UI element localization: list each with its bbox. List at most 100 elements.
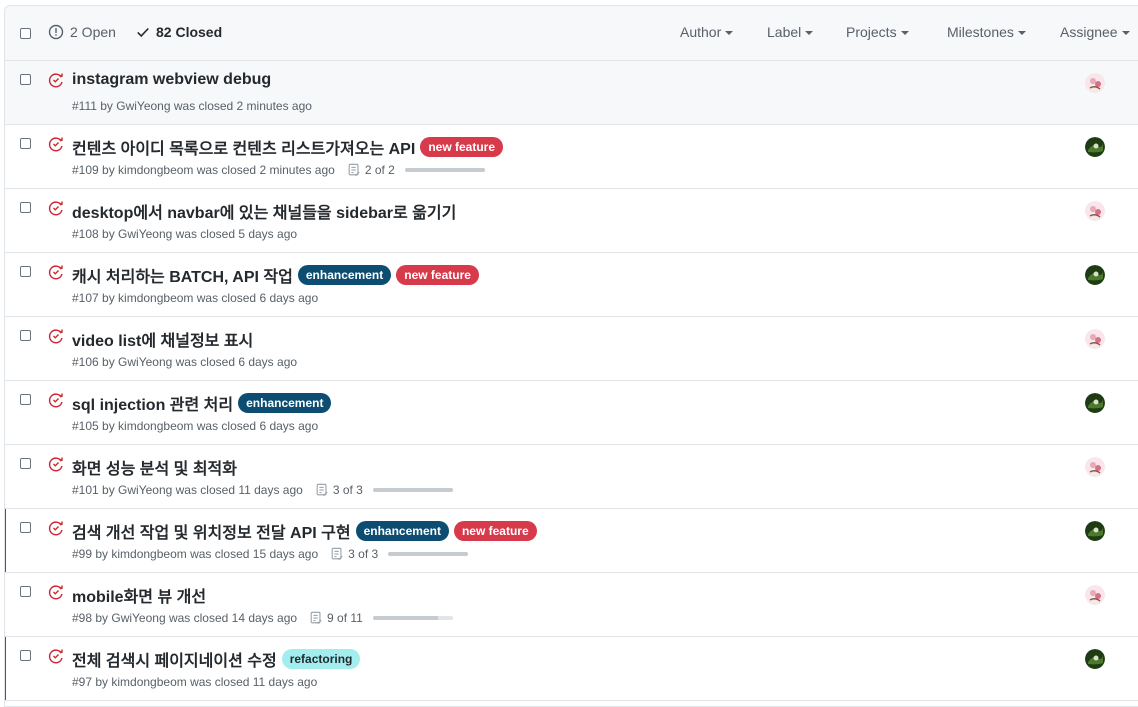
issue-closed-icon <box>48 521 63 536</box>
issue-checkbox[interactable] <box>20 394 31 405</box>
task-progress-bar <box>372 616 453 620</box>
assignee-avatar[interactable] <box>1085 265 1105 285</box>
caret-down-icon <box>900 31 909 35</box>
issues-list-container: 2 Open 82 Closed Author Label Projects M… <box>4 5 1138 707</box>
issue-meta: #98 by GwiYeong was closed 14 days ago 9 … <box>72 611 453 625</box>
issue-meta-text: #98 by GwiYeong was closed 14 days ago <box>72 611 298 625</box>
projects-filter-label: Projects <box>846 24 897 40</box>
issue-row: 검색 개선 작업 및 위치정보 전달 API 구현 enhancement new … <box>5 509 1138 573</box>
issue-row: video list에 채널정보 표시 #106 by GwiYeong was … <box>5 317 1138 381</box>
issue-meta-text: #109 by kimdongbeom was closed 2 minutes… <box>72 163 335 177</box>
issue-checkbox[interactable] <box>20 522 31 533</box>
issues-list-header: 2 Open 82 Closed Author Label Projects M… <box>5 6 1138 61</box>
issue-checkbox[interactable] <box>20 138 31 149</box>
open-issues-filter[interactable]: 2 Open <box>48 24 116 40</box>
issue-title-link[interactable]: sql injection 관련 처리 <box>72 391 233 415</box>
caret-down-icon <box>805 31 814 35</box>
issue-meta-text: #108 by GwiYeong was closed 5 days ago <box>72 227 298 241</box>
issue-title-line: 화면 성능 분석 및 최적화 <box>72 455 237 479</box>
assignee-avatar[interactable] <box>1085 329 1105 349</box>
issue-checkbox[interactable] <box>20 650 31 661</box>
milestones-filter[interactable]: Milestones <box>947 24 1026 40</box>
issue-title-line: 전체 검색시 페이지네이션 수정 refactoring <box>72 647 361 671</box>
issue-meta-text: #105 by kimdongbeom was closed 6 days ag… <box>72 419 319 433</box>
task-progress: 2 of 2 <box>347 163 485 177</box>
issue-closed-icon <box>48 649 63 664</box>
issue-checkbox[interactable] <box>20 266 31 277</box>
issue-label[interactable]: new feature <box>420 137 503 157</box>
assignee-avatar[interactable] <box>1085 457 1105 477</box>
issue-meta-text: #107 by kimdongbeom was closed 6 days ag… <box>72 291 319 305</box>
issue-closed-icon <box>48 265 63 280</box>
issue-label[interactable]: enhancement <box>355 521 449 541</box>
task-progress-text: 2 of 2 <box>364 163 395 177</box>
assignee-filter-label: Assignee <box>1060 24 1118 40</box>
issue-title-link[interactable]: 화면 성능 분석 및 최적화 <box>72 455 237 479</box>
assignee-avatar[interactable] <box>1085 73 1105 93</box>
issue-title-link[interactable]: instagram webview debug <box>72 71 271 89</box>
issue-meta-text: #99 by kimdongbeom was closed 15 days ag… <box>72 547 319 561</box>
issue-checkbox[interactable] <box>20 330 31 341</box>
issue-label[interactable]: refactoring <box>281 649 361 669</box>
issue-label[interactable]: new feature <box>453 521 537 541</box>
task-progress-bar <box>404 168 485 172</box>
issue-closed-icon <box>48 73 63 88</box>
issue-row: 전체 검색시 페이지네이션 수정 refactoring #97 by kimdon… <box>5 637 1138 701</box>
issue-title-line: instagram webview debug <box>72 71 271 89</box>
issue-row: mobile화면 뷰 개선 #98 by GwiYeong was closed … <box>5 573 1138 637</box>
closed-issues-label: 82 Closed <box>156 24 223 40</box>
task-progress: 3 of 3 <box>315 483 453 497</box>
issue-meta: #99 by kimdongbeom was closed 15 days ag… <box>72 547 469 561</box>
issue-row: sql injection 관련 처리 enhancement #105 by ki… <box>5 381 1138 445</box>
issue-row: 컨텐츠 아이디 목록으로 컨텐츠 리스트가져오는 API new feature #… <box>5 125 1138 189</box>
task-progress-fill <box>372 616 439 620</box>
task-progress-bar <box>372 488 453 492</box>
issue-title-link[interactable]: 전체 검색시 페이지네이션 수정 <box>72 647 277 671</box>
issue-checkbox[interactable] <box>20 202 31 213</box>
select-all-checkbox[interactable] <box>20 26 31 44</box>
label-filter-label: Label <box>767 24 802 40</box>
issue-title-link[interactable]: video list에 채널정보 표시 <box>72 327 253 351</box>
assignee-avatar[interactable] <box>1085 393 1105 413</box>
label-filter[interactable]: Label <box>767 24 814 40</box>
issue-title-link[interactable]: desktop에서 navbar에 있는 채널들을 sidebar로 옮기기 <box>72 199 456 223</box>
assignee-filter[interactable]: Assignee <box>1060 24 1130 40</box>
issue-checkbox[interactable] <box>20 74 31 85</box>
issue-title-link[interactable]: 캐시 처리하는 BATCH, API 작업 <box>72 263 293 287</box>
issue-label[interactable]: new feature <box>396 265 479 285</box>
task-progress-fill <box>404 168 485 172</box>
assignee-avatar[interactable] <box>1085 137 1105 157</box>
issue-label[interactable]: enhancement <box>297 265 392 285</box>
issue-title-link[interactable]: mobile화면 뷰 개선 <box>72 583 206 607</box>
issue-title-link[interactable]: 검색 개선 작업 및 위치정보 전달 API 구현 <box>72 519 351 543</box>
checklist-icon <box>348 163 360 176</box>
issue-row: desktop에서 navbar에 있는 채널들을 sidebar로 옮기기 #1… <box>5 189 1138 253</box>
issue-closed-icon <box>48 585 63 600</box>
issue-title-line: sql injection 관련 처리 enhancement <box>72 391 332 415</box>
issue-closed-icon <box>48 393 63 408</box>
issue-meta-text: #106 by GwiYeong was closed 6 days ago <box>72 355 298 369</box>
author-filter[interactable]: Author <box>680 24 734 40</box>
issue-meta-text: #97 by kimdongbeom was closed 11 days ag… <box>72 675 318 689</box>
open-issues-label: 2 Open <box>70 24 116 40</box>
issue-meta: #111 by GwiYeong was closed 2 minutes ag… <box>72 99 312 113</box>
task-progress: 9 of 11 <box>309 611 453 625</box>
issue-label[interactable]: enhancement <box>238 393 332 413</box>
issue-checkbox[interactable] <box>20 458 31 469</box>
caret-down-icon <box>725 31 734 35</box>
check-icon <box>137 27 149 38</box>
closed-issues-filter[interactable]: 82 Closed <box>136 24 222 40</box>
issue-meta-text: #101 by GwiYeong was closed 11 days ago <box>72 483 303 497</box>
assignee-avatar[interactable] <box>1085 521 1105 541</box>
issues-list: instagram webview debug #111 by GwiYeong … <box>5 61 1138 701</box>
task-progress: 3 of 3 <box>330 547 469 561</box>
checklist-icon <box>331 547 343 560</box>
caret-down-icon <box>1017 31 1026 35</box>
issue-meta: #108 by GwiYeong was closed 5 days ago <box>72 227 297 241</box>
issue-checkbox[interactable] <box>20 586 31 597</box>
projects-filter[interactable]: Projects <box>846 24 909 40</box>
issue-title-link[interactable]: 컨텐츠 아이디 목록으로 컨텐츠 리스트가져오는 API <box>72 135 415 159</box>
assignee-avatar[interactable] <box>1085 585 1105 605</box>
assignee-avatar[interactable] <box>1085 201 1105 221</box>
assignee-avatar[interactable] <box>1085 649 1105 669</box>
